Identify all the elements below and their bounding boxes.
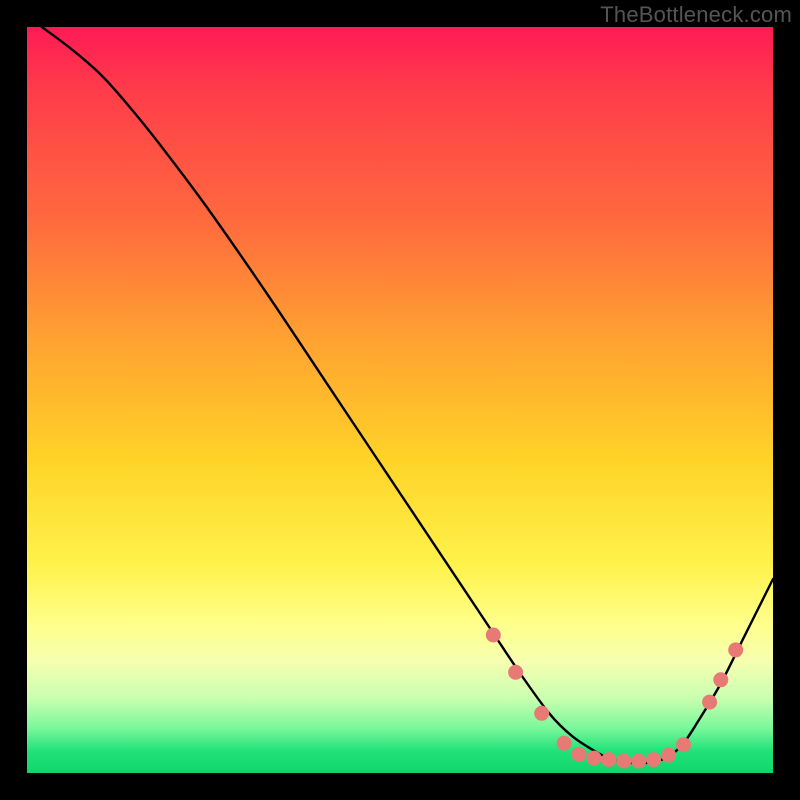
data-point bbox=[676, 737, 691, 752]
chart-container: TheBottleneck.com bbox=[0, 0, 800, 800]
data-points-group bbox=[486, 628, 743, 769]
plot-area bbox=[27, 27, 773, 773]
data-point bbox=[486, 628, 501, 643]
watermark-text: TheBottleneck.com bbox=[600, 2, 792, 28]
chart-svg bbox=[27, 27, 773, 773]
data-point bbox=[713, 672, 728, 687]
data-point bbox=[702, 695, 717, 710]
data-point bbox=[601, 752, 616, 767]
data-point bbox=[661, 748, 676, 763]
bottleneck-curve bbox=[42, 27, 773, 763]
data-point bbox=[534, 706, 549, 721]
data-point bbox=[557, 736, 572, 751]
data-point bbox=[631, 754, 646, 769]
data-point bbox=[728, 642, 743, 657]
data-point bbox=[616, 754, 631, 769]
data-point bbox=[572, 747, 587, 762]
data-point bbox=[587, 751, 602, 766]
data-point bbox=[646, 752, 661, 767]
data-point bbox=[508, 665, 523, 680]
